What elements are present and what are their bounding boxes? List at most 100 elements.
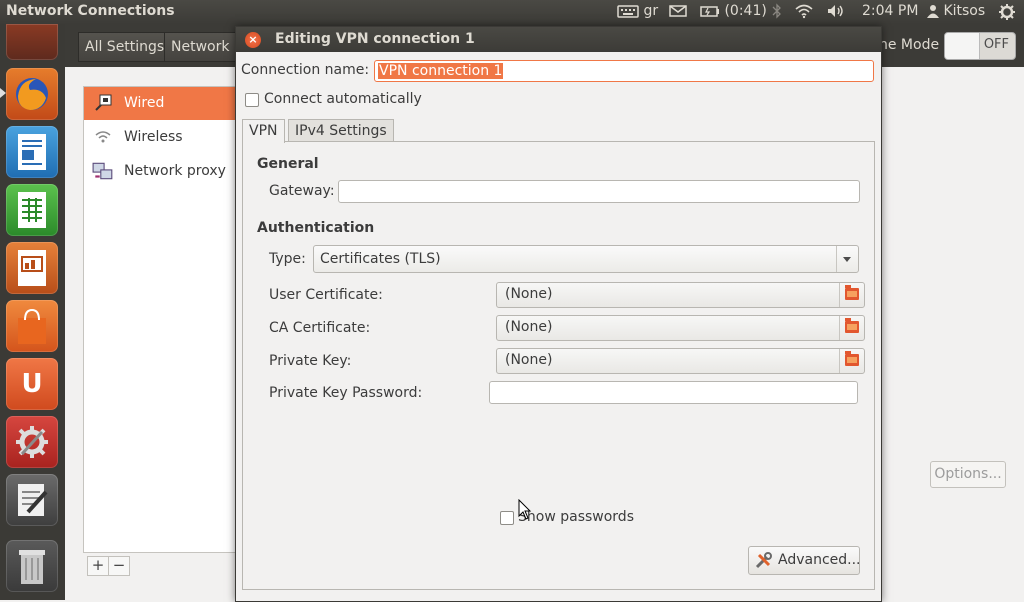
battery-icon (700, 6, 719, 17)
private-key-chooser[interactable]: (None) (496, 348, 865, 374)
user-name: Kitsos (943, 3, 986, 19)
top-panel: Network Connections gr (0:41) 2:04 PM Ki… (0, 0, 1024, 24)
launcher-text-editor[interactable] (6, 474, 58, 526)
user-certificate-value: (None) (505, 286, 553, 302)
calc-icon (6, 184, 58, 236)
gateway-label: Gateway: (269, 183, 335, 199)
bluetooth-indicator[interactable] (772, 3, 782, 19)
device-list: Wired Wireless Network proxy (83, 86, 240, 553)
remove-device-button[interactable]: − (108, 556, 130, 576)
launcher-impress[interactable] (6, 242, 58, 294)
device-label: Wireless (124, 129, 183, 145)
authentication-heading: Authentication (257, 220, 375, 236)
launcher: U (0, 24, 66, 600)
device-label: Wired (124, 95, 165, 111)
speaker-icon (828, 5, 843, 17)
connection-name-input[interactable]: VPN connection 1 (374, 60, 874, 82)
impress-icon (6, 242, 58, 294)
connect-automatically-checkbox[interactable] (245, 93, 259, 107)
private-key-password-input[interactable] (489, 381, 858, 404)
wireless-icon (95, 131, 111, 143)
auth-type-select[interactable]: Certificates (TLS) (313, 245, 859, 273)
volume-indicator[interactable] (826, 3, 846, 19)
close-icon[interactable]: × (245, 32, 261, 48)
folder-icon (845, 285, 859, 300)
toggle-knob (945, 33, 980, 59)
show-passwords-label: Show passwords (518, 509, 634, 525)
private-key-value: (None) (505, 352, 553, 368)
user-icon (927, 5, 939, 18)
gear-icon (999, 4, 1015, 20)
app-title: Network Connections (6, 3, 175, 19)
user-certificate-label: User Certificate: (269, 287, 383, 303)
advanced-button[interactable]: Advanced... (748, 546, 861, 575)
gateway-input[interactable] (338, 180, 860, 203)
launcher-system-settings[interactable] (6, 416, 58, 468)
airplane-mode-toggle[interactable]: OFF (944, 32, 1016, 60)
connect-automatically-label: Connect automatically (264, 91, 422, 107)
vpn-tab-panel: General Gateway: Authentication Type: Ce… (242, 141, 875, 590)
device-item-wireless[interactable]: Wireless (84, 121, 239, 154)
device-item-wired[interactable]: Wired (84, 87, 239, 120)
tab-ipv4-settings[interactable]: IPv4 Settings (288, 119, 394, 142)
keyboard-indicator[interactable]: gr (617, 3, 658, 19)
shopping-bag-icon (6, 300, 58, 352)
launcher-firefox[interactable] (6, 68, 58, 120)
connection-name-value: VPN connection 1 (378, 63, 504, 79)
device-item-network-proxy[interactable]: Network proxy (84, 155, 239, 188)
toggle-state: OFF (983, 37, 1009, 52)
folder-icon (845, 318, 859, 333)
launcher-ubuntu-one[interactable]: U (6, 358, 58, 410)
all-settings-button[interactable]: All Settings (78, 32, 172, 62)
launcher-writer[interactable] (6, 126, 58, 178)
browse-button[interactable] (839, 349, 864, 373)
clock[interactable]: 2:04 PM (862, 3, 918, 19)
session-menu[interactable] (998, 3, 1016, 21)
private-key-password-label: Private Key Password: (269, 385, 423, 401)
show-passwords-checkbox[interactable] (500, 511, 514, 525)
browse-button[interactable] (839, 316, 864, 340)
edit-vpn-dialog: × Editing VPN connection 1 Connection na… (235, 26, 882, 602)
launcher-software-center[interactable] (6, 300, 58, 352)
user-menu[interactable]: Kitsos (927, 3, 985, 19)
keyboard-icon (617, 5, 639, 18)
options-button[interactable]: Options... (930, 461, 1006, 488)
battery-time: (0:41) (724, 3, 767, 19)
auth-type-value: Certificates (TLS) (320, 251, 441, 267)
launcher-trash[interactable] (6, 540, 58, 592)
type-label: Type: (269, 251, 306, 267)
tools-icon (755, 552, 772, 569)
mail-icon (669, 5, 687, 17)
network-breadcrumb[interactable]: Network (164, 32, 237, 62)
tab-vpn[interactable]: VPN (242, 119, 285, 143)
ca-certificate-label: CA Certificate: (269, 320, 371, 336)
private-key-label: Private Key: (269, 353, 352, 369)
mouse-pointer-icon (518, 499, 532, 520)
ca-certificate-chooser[interactable]: (None) (496, 315, 865, 341)
battery-indicator[interactable]: (0:41) (700, 3, 767, 19)
launcher-dash-home[interactable] (6, 24, 58, 60)
trash-icon (6, 540, 58, 592)
network-proxy-icon (92, 162, 113, 180)
mail-indicator[interactable] (669, 3, 687, 19)
dropdown-button (836, 246, 858, 272)
ubuntu-one-icon: U (21, 369, 43, 399)
dialog-titlebar: × Editing VPN connection 1 (236, 27, 881, 52)
chevron-down-icon (843, 257, 851, 262)
settings-icon (6, 416, 58, 468)
wifi-icon (795, 4, 813, 19)
launcher-calc[interactable] (6, 184, 58, 236)
bluetooth-icon (772, 3, 781, 19)
ca-certificate-value: (None) (505, 319, 553, 335)
browse-button[interactable] (839, 283, 864, 307)
airplane-mode-label: ne Mode (879, 37, 940, 53)
wifi-indicator[interactable] (794, 3, 814, 19)
advanced-button-label: Advanced... (778, 552, 861, 568)
writer-icon (6, 126, 58, 178)
add-device-button[interactable]: + (87, 556, 109, 576)
dialog-title: Editing VPN connection 1 (275, 31, 475, 47)
firefox-icon (6, 68, 58, 120)
user-certificate-chooser[interactable]: (None) (496, 282, 865, 308)
text-editor-icon (6, 474, 58, 526)
device-label: Network proxy (124, 163, 226, 179)
